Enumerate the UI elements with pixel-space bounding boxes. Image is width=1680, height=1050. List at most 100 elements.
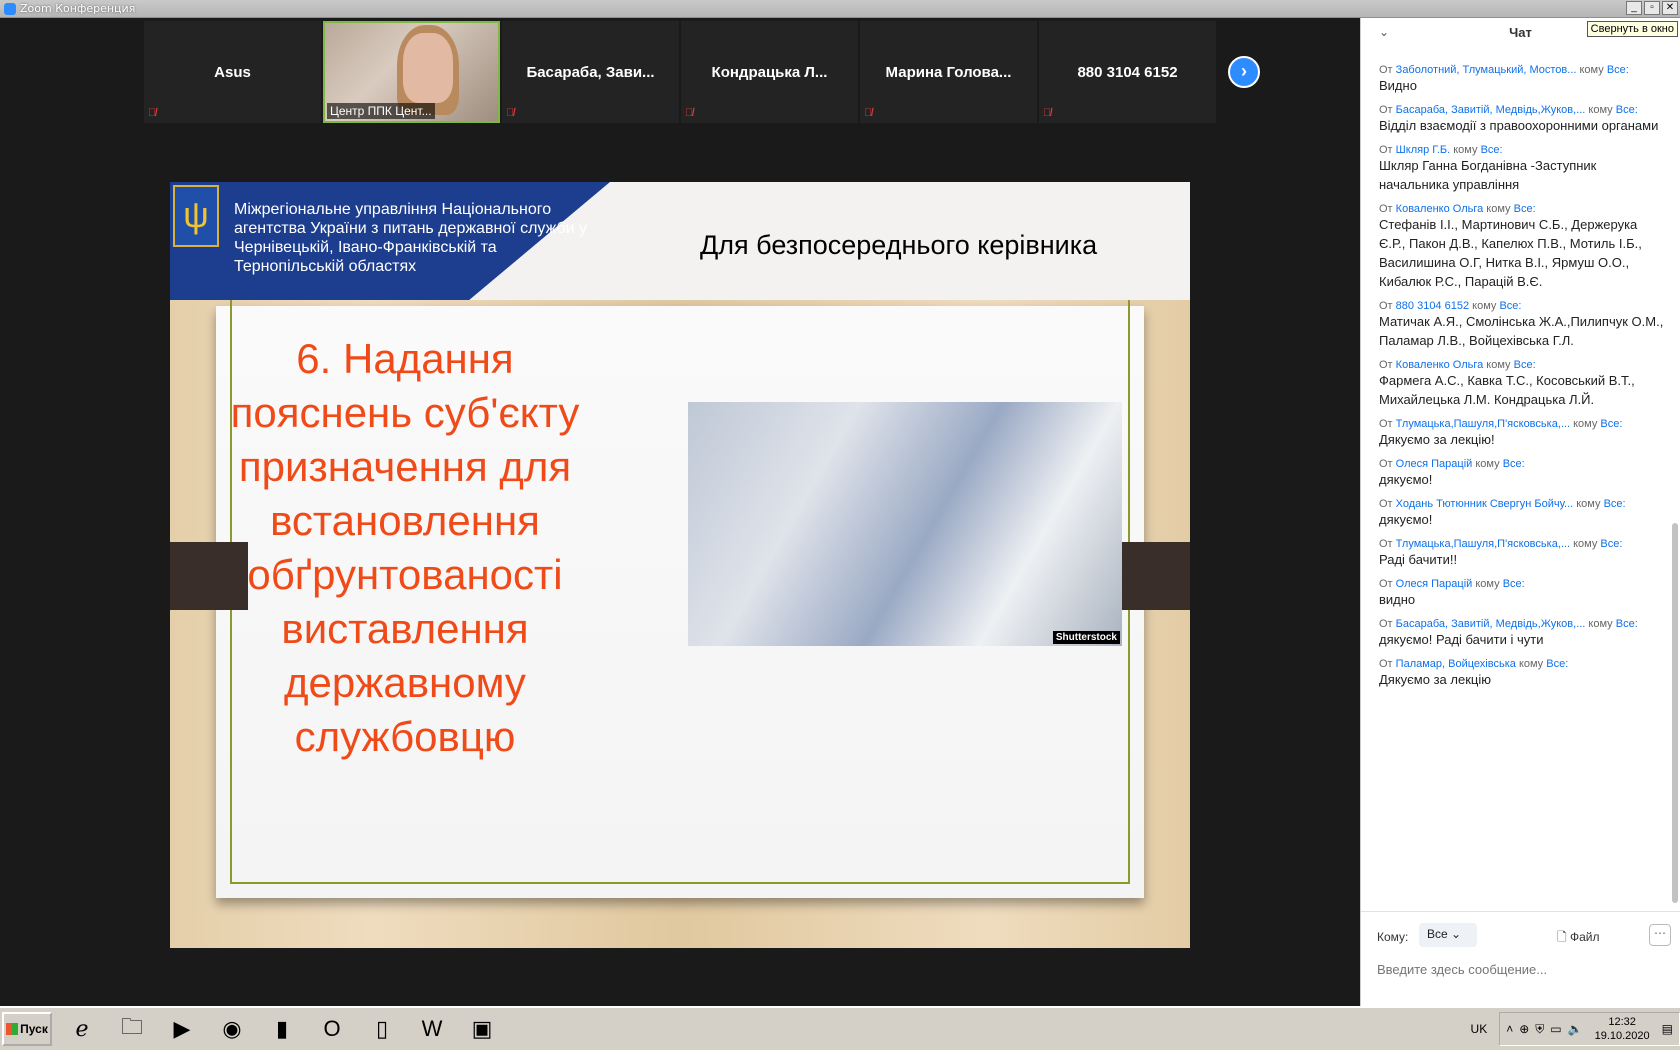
- participant-face: [403, 33, 453, 103]
- chat-recipient: Все:: [1606, 64, 1629, 76]
- chat-message-text: дякуємо!: [1379, 512, 1433, 527]
- chat-sender[interactable]: Коваленко Ольга: [1396, 359, 1484, 371]
- app-icon[interactable]: ▮: [262, 1011, 302, 1047]
- window-titlebar: Zoom Конференция _ ▫ ✕: [0, 0, 1680, 18]
- participant-tile-video[interactable]: Центр ППК Цент...: [323, 21, 500, 123]
- chat-message: От Коваленко Ольга кому Все: Стефанів І.І…: [1379, 203, 1667, 291]
- chat-recipient: Все:: [1480, 144, 1503, 156]
- participant-tile[interactable]: Asus 🎙̸: [144, 21, 321, 123]
- slide-body-text: 6. Надання пояснень суб'єкту призначення…: [230, 335, 580, 760]
- chat-sender[interactable]: Заболотний, Тлумацький, Мостов...: [1396, 64, 1577, 76]
- chat-message-input[interactable]: [1377, 962, 1667, 977]
- chat-message: От Тлумацька,Пашуля,П'ясковська,... кому…: [1379, 538, 1667, 569]
- chevron-down-icon[interactable]: ⌄: [1379, 25, 1389, 39]
- chat-recipient: Все:: [1502, 578, 1525, 590]
- from-label: От: [1379, 538, 1393, 550]
- media-player-icon[interactable]: ▶: [162, 1011, 202, 1047]
- recipient-select[interactable]: Все ⌄: [1419, 923, 1477, 947]
- chrome-icon[interactable]: ◉: [212, 1011, 252, 1047]
- chat-message-meta: От Заболотний, Тлумацький, Мостов... ком…: [1379, 64, 1667, 76]
- network-icon[interactable]: ⊕: [1519, 1022, 1529, 1036]
- zoom-icon[interactable]: ▣: [462, 1011, 502, 1047]
- muted-mic-icon: 🎙̸: [685, 107, 694, 119]
- chat-message-text: видно: [1379, 592, 1416, 607]
- start-label: Пуск: [20, 1022, 48, 1036]
- document-icon[interactable]: ▯: [362, 1011, 402, 1047]
- window-controls: _ ▫ ✕: [1626, 1, 1678, 15]
- to-label: кому: [1573, 418, 1598, 430]
- language-indicator[interactable]: UK: [1471, 1022, 1488, 1036]
- clock-date: 19.10.2020: [1594, 1030, 1650, 1042]
- chat-message-meta: От Ходань Тютюнник Свергун Бойчу... кому…: [1379, 498, 1667, 510]
- chat-message-meta: От Коваленко Ольга кому Все:: [1379, 359, 1667, 371]
- restore-button[interactable]: ▫: [1644, 1, 1660, 15]
- chevron-down-icon: ⌄: [1451, 927, 1462, 941]
- chat-message: От Паламар, Войцехівська кому Все: Дякуєм…: [1379, 658, 1667, 689]
- security-icon[interactable]: ⛨: [1535, 1022, 1544, 1037]
- folder-icon[interactable]: 🗀: [112, 1011, 152, 1047]
- to-label: кому: [1573, 538, 1598, 550]
- chat-sender[interactable]: Тлумацька,Пашуля,П'ясковська,...: [1396, 418, 1570, 430]
- file-button[interactable]: 🗋 Файл: [1557, 928, 1600, 949]
- chat-message: От Коваленко Ольга кому Все: Фармега А.С.…: [1379, 359, 1667, 409]
- chat-scrollbar[interactable]: [1672, 523, 1678, 903]
- slide-photo: Shutterstock: [688, 402, 1122, 646]
- chat-message: От Ходань Тютюнник Свергун Бойчу... кому…: [1379, 498, 1667, 529]
- participant-name: Asus: [214, 63, 251, 81]
- chat-recipient: Все:: [1603, 498, 1626, 510]
- more-options-button[interactable]: ⋯: [1649, 924, 1671, 946]
- participant-tile[interactable]: Марина Голова... 🎙̸: [860, 21, 1037, 123]
- show-desktop-icon[interactable]: ▤: [1662, 1022, 1673, 1036]
- chat-message-text: Дякуємо за лекцію!: [1379, 432, 1495, 447]
- chat-recipient: Все:: [1615, 104, 1638, 116]
- chat-sender[interactable]: Коваленко Ольга: [1396, 203, 1484, 215]
- chevron-right-icon: ›: [1241, 61, 1247, 81]
- chat-sender[interactable]: Шкляр Г.Б.: [1396, 144, 1451, 156]
- close-button[interactable]: ✕: [1662, 1, 1678, 15]
- opera-icon[interactable]: O: [312, 1011, 352, 1047]
- chat-message-meta: От Басараба, Завитій, Медвідь,Жуков,... …: [1379, 104, 1667, 116]
- participant-tile[interactable]: 880 3104 6152 🎙̸: [1039, 21, 1216, 123]
- chat-message: От Басараба, Завитій, Медвідь,Жуков,... …: [1379, 104, 1667, 135]
- from-label: От: [1379, 203, 1393, 215]
- chat-sender[interactable]: Басараба, Завитій, Медвідь,Жуков,...: [1396, 618, 1586, 630]
- muted-mic-icon: 🎙̸: [864, 107, 873, 119]
- chat-recipient: Все:: [1600, 418, 1623, 430]
- muted-mic-icon: 🎙̸: [1043, 107, 1052, 119]
- chat-sender[interactable]: Тлумацька,Пашуля,П'ясковська,...: [1396, 538, 1570, 550]
- slide-header: ψ Міжрегіональне управління Національног…: [170, 182, 1190, 300]
- chat-sender[interactable]: 880 3104 6152: [1396, 300, 1469, 312]
- to-label: кому: [1518, 658, 1544, 670]
- internet-explorer-icon[interactable]: ℯ: [62, 1011, 102, 1047]
- display-icon[interactable]: ▭: [1550, 1022, 1561, 1036]
- to-label: кому: [1486, 203, 1511, 215]
- recipient-label: Кому:: [1377, 930, 1409, 944]
- clock[interactable]: 12:32 19.10.2020: [1589, 1015, 1656, 1043]
- chat-sender[interactable]: Олеся Парацій: [1396, 578, 1473, 590]
- chat-message-text: Раді бачити!!: [1379, 552, 1458, 567]
- organization-name: Міжрегіональне управління Національного …: [234, 201, 588, 275]
- chat-recipient: Все:: [1546, 658, 1569, 670]
- chat-sender[interactable]: Олеся Парацій: [1396, 458, 1473, 470]
- slide-title: Для безпосереднього керівника: [700, 230, 1098, 260]
- clock-time: 12:32: [1608, 1016, 1636, 1028]
- to-label: кому: [1588, 618, 1613, 630]
- chat-message-meta: От Олеся Парацій кому Все:: [1379, 458, 1667, 470]
- chevron-up-icon[interactable]: ˄: [1506, 1022, 1513, 1036]
- chat-sender[interactable]: Паламар, Войцехівська: [1396, 658, 1516, 670]
- chat-sender[interactable]: Ходань Тютюнник Свергун Бойчу...: [1396, 498, 1574, 510]
- volume-icon[interactable]: 🔈: [1568, 1022, 1583, 1036]
- chat-sender[interactable]: Басараба, Завитій, Медвідь,Жуков,...: [1396, 104, 1586, 116]
- word-icon[interactable]: W: [412, 1011, 452, 1047]
- next-page-button[interactable]: ›: [1228, 56, 1260, 88]
- chat-panel: ⌄ Чат От Заболотний, Тлумацький, Мостов.…: [1360, 18, 1680, 1006]
- participant-name: Кондрацька Л...: [711, 63, 828, 81]
- chat-message-text: Стефанів І.І., Мартинович С.Б., Держерук…: [1379, 217, 1642, 289]
- chat-message-meta: От Паламар, Войцехівська кому Все:: [1379, 658, 1667, 670]
- from-label: От: [1379, 418, 1393, 430]
- to-label: кому: [1486, 359, 1511, 371]
- minimize-button[interactable]: _: [1626, 1, 1642, 15]
- participant-tile[interactable]: Кондрацька Л... 🎙̸: [681, 21, 858, 123]
- start-button[interactable]: Пуск: [2, 1012, 52, 1046]
- participant-tile[interactable]: Басараба, Зави... 🎙̸: [502, 21, 679, 123]
